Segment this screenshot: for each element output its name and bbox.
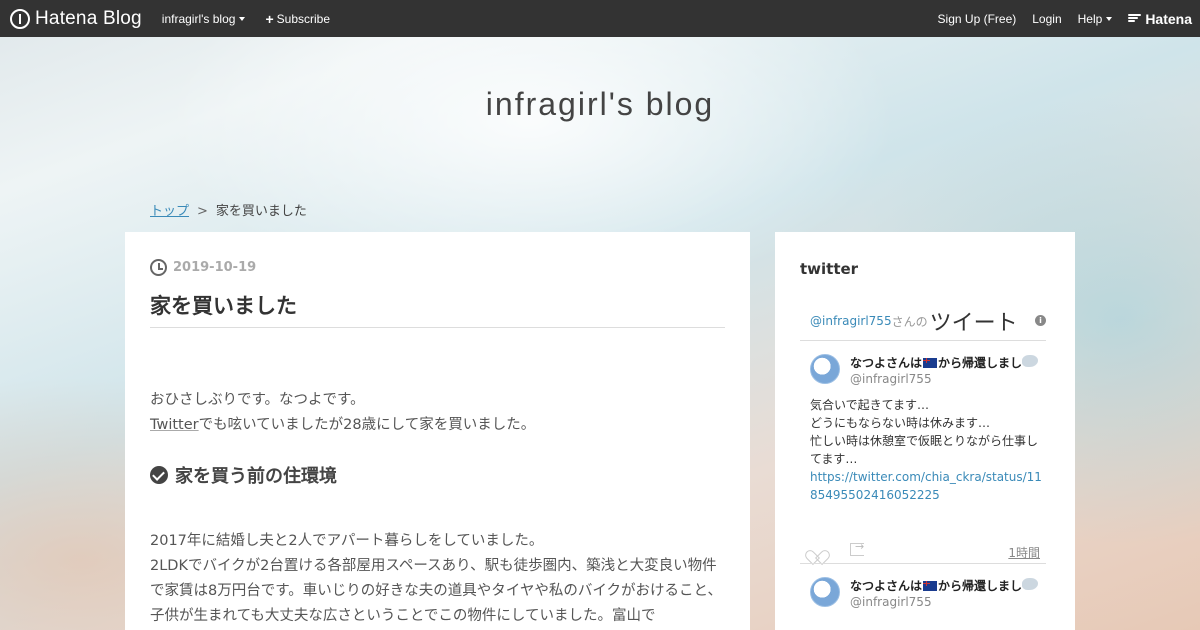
clock-icon — [150, 259, 167, 276]
signup-link[interactable]: Sign Up (Free) — [938, 12, 1017, 26]
twitter-handle-link[interactable]: @infragirl755 — [810, 314, 892, 328]
twitter-bird-icon — [1022, 578, 1038, 590]
brand-label: Hatena Blog — [35, 7, 142, 29]
top-right-nav: Sign Up (Free) Login Help Hatena — [922, 0, 1192, 37]
tweet-divider — [800, 563, 1046, 564]
twitter-bird-icon — [1022, 355, 1038, 367]
avatar[interactable] — [810, 354, 840, 384]
post-date[interactable]: 2019-10-19 — [150, 259, 256, 276]
widget-divider — [800, 340, 1046, 341]
subscribe-button[interactable]: + Subscribe — [265, 11, 330, 27]
share-icon[interactable] — [850, 540, 864, 556]
info-icon[interactable]: i — [1035, 315, 1046, 326]
tweet-time[interactable]: 1時間 — [1008, 544, 1040, 561]
tweet-author-handle[interactable]: @infragirl755 — [850, 595, 932, 609]
australia-flag-icon — [923, 358, 938, 368]
tweet-author-name: なつよさんは から帰還しまし — [850, 356, 1023, 370]
check-circle-icon — [150, 466, 168, 484]
breadcrumb: トップ > 家を買いました — [150, 200, 307, 219]
subscribe-label: Subscribe — [276, 11, 331, 26]
breadcrumb-top-link[interactable]: トップ — [150, 204, 189, 219]
plus-icon: + — [265, 10, 274, 27]
tweet-item[interactable]: なつよさんは から帰還しまし @infragirl755 気合いで起きてます… ど… — [810, 354, 1042, 564]
avatar[interactable] — [810, 577, 840, 607]
help-dropdown[interactable]: Help — [1078, 12, 1113, 26]
title-divider — [150, 327, 725, 328]
tweets-label: ツイート — [929, 311, 1018, 336]
tweet-line: どうにもならない時は休みます… — [810, 416, 991, 430]
section-heading: 家を買う前の住環境 — [150, 462, 337, 488]
tweet-author-handle[interactable]: @infragirl755 — [850, 372, 932, 386]
tweet-link[interactable]: https://twitter.com/chia_ckra/status/118… — [810, 468, 1045, 504]
chevron-down-icon — [239, 16, 246, 21]
sidebar: twitter @infragirl755 さんの ツイート i なつよさんは から帰… — [775, 232, 1075, 630]
hatena-home-link[interactable]: Hatena — [1128, 11, 1192, 27]
intro-line-1: おひさしぶりです。なつよです。 — [150, 392, 365, 408]
australia-flag-icon — [923, 581, 938, 591]
section-paragraph: 2017年に結婚し夫と2人でアパート暮らしをしていました。 2LDKでバイクが2… — [150, 533, 722, 624]
twitter-link[interactable]: Twitter — [150, 417, 199, 433]
blog-menu-label: infragirl's blog — [161, 11, 236, 26]
post-date-text: 2019-10-19 — [173, 260, 257, 275]
login-link[interactable]: Login — [1032, 12, 1061, 26]
tweet-body: 気合いで起きてます… どうにもならない時は休みます… 忙しい時は休憩室で仮眠とり… — [810, 396, 1045, 504]
tweet-line: 忙しい時は休憩室で仮眠とりながら仕事してます… — [810, 434, 1039, 466]
hatena-label: Hatena — [1145, 10, 1192, 27]
hatena-logo-icon — [10, 8, 30, 29]
tweet-author-name: なつよさんは から帰還しまし — [850, 579, 1023, 593]
hatena-wing-icon — [1128, 14, 1142, 23]
san-text: さんの — [891, 314, 928, 329]
post-title[interactable]: 家を買いました — [150, 290, 297, 320]
hatena-blog-logo[interactable]: Hatena Blog — [10, 0, 142, 37]
like-heart-icon[interactable] — [810, 544, 824, 557]
intro-line-2: でも呟いていましたが28歳にして家を買いました。 — [198, 417, 536, 433]
chevron-down-icon — [1106, 16, 1113, 21]
article-panel: 2019-10-19 家を買いました おひさしぶりです。なつよです。 Twitt… — [125, 232, 750, 630]
tweet-item[interactable]: なつよさんは から帰還しまし @infragirl755 — [810, 577, 1040, 630]
blog-title[interactable]: infragirl's blog — [0, 86, 1200, 123]
help-label: Help — [1077, 11, 1103, 26]
tweet-line: 気合いで起きてます… — [810, 398, 930, 412]
breadcrumb-current: 家を買いました — [215, 204, 307, 219]
section-heading-text: 家を買う前の住環境 — [175, 466, 337, 487]
breadcrumb-separator: > — [197, 204, 208, 219]
top-navigation-bar: Hatena Blog infragirl's blog + Subscribe… — [0, 0, 1200, 37]
sidebar-title: twitter — [800, 260, 859, 278]
blog-menu-dropdown[interactable]: infragirl's blog — [162, 12, 246, 26]
tweet-actions: 1時間 — [810, 540, 1040, 562]
twitter-widget-header: @infragirl755 さんの ツイート — [810, 302, 1040, 340]
intro-paragraph: おひさしぶりです。なつよです。 Twitterでも呟いていましたが28歳にして家… — [150, 388, 725, 438]
